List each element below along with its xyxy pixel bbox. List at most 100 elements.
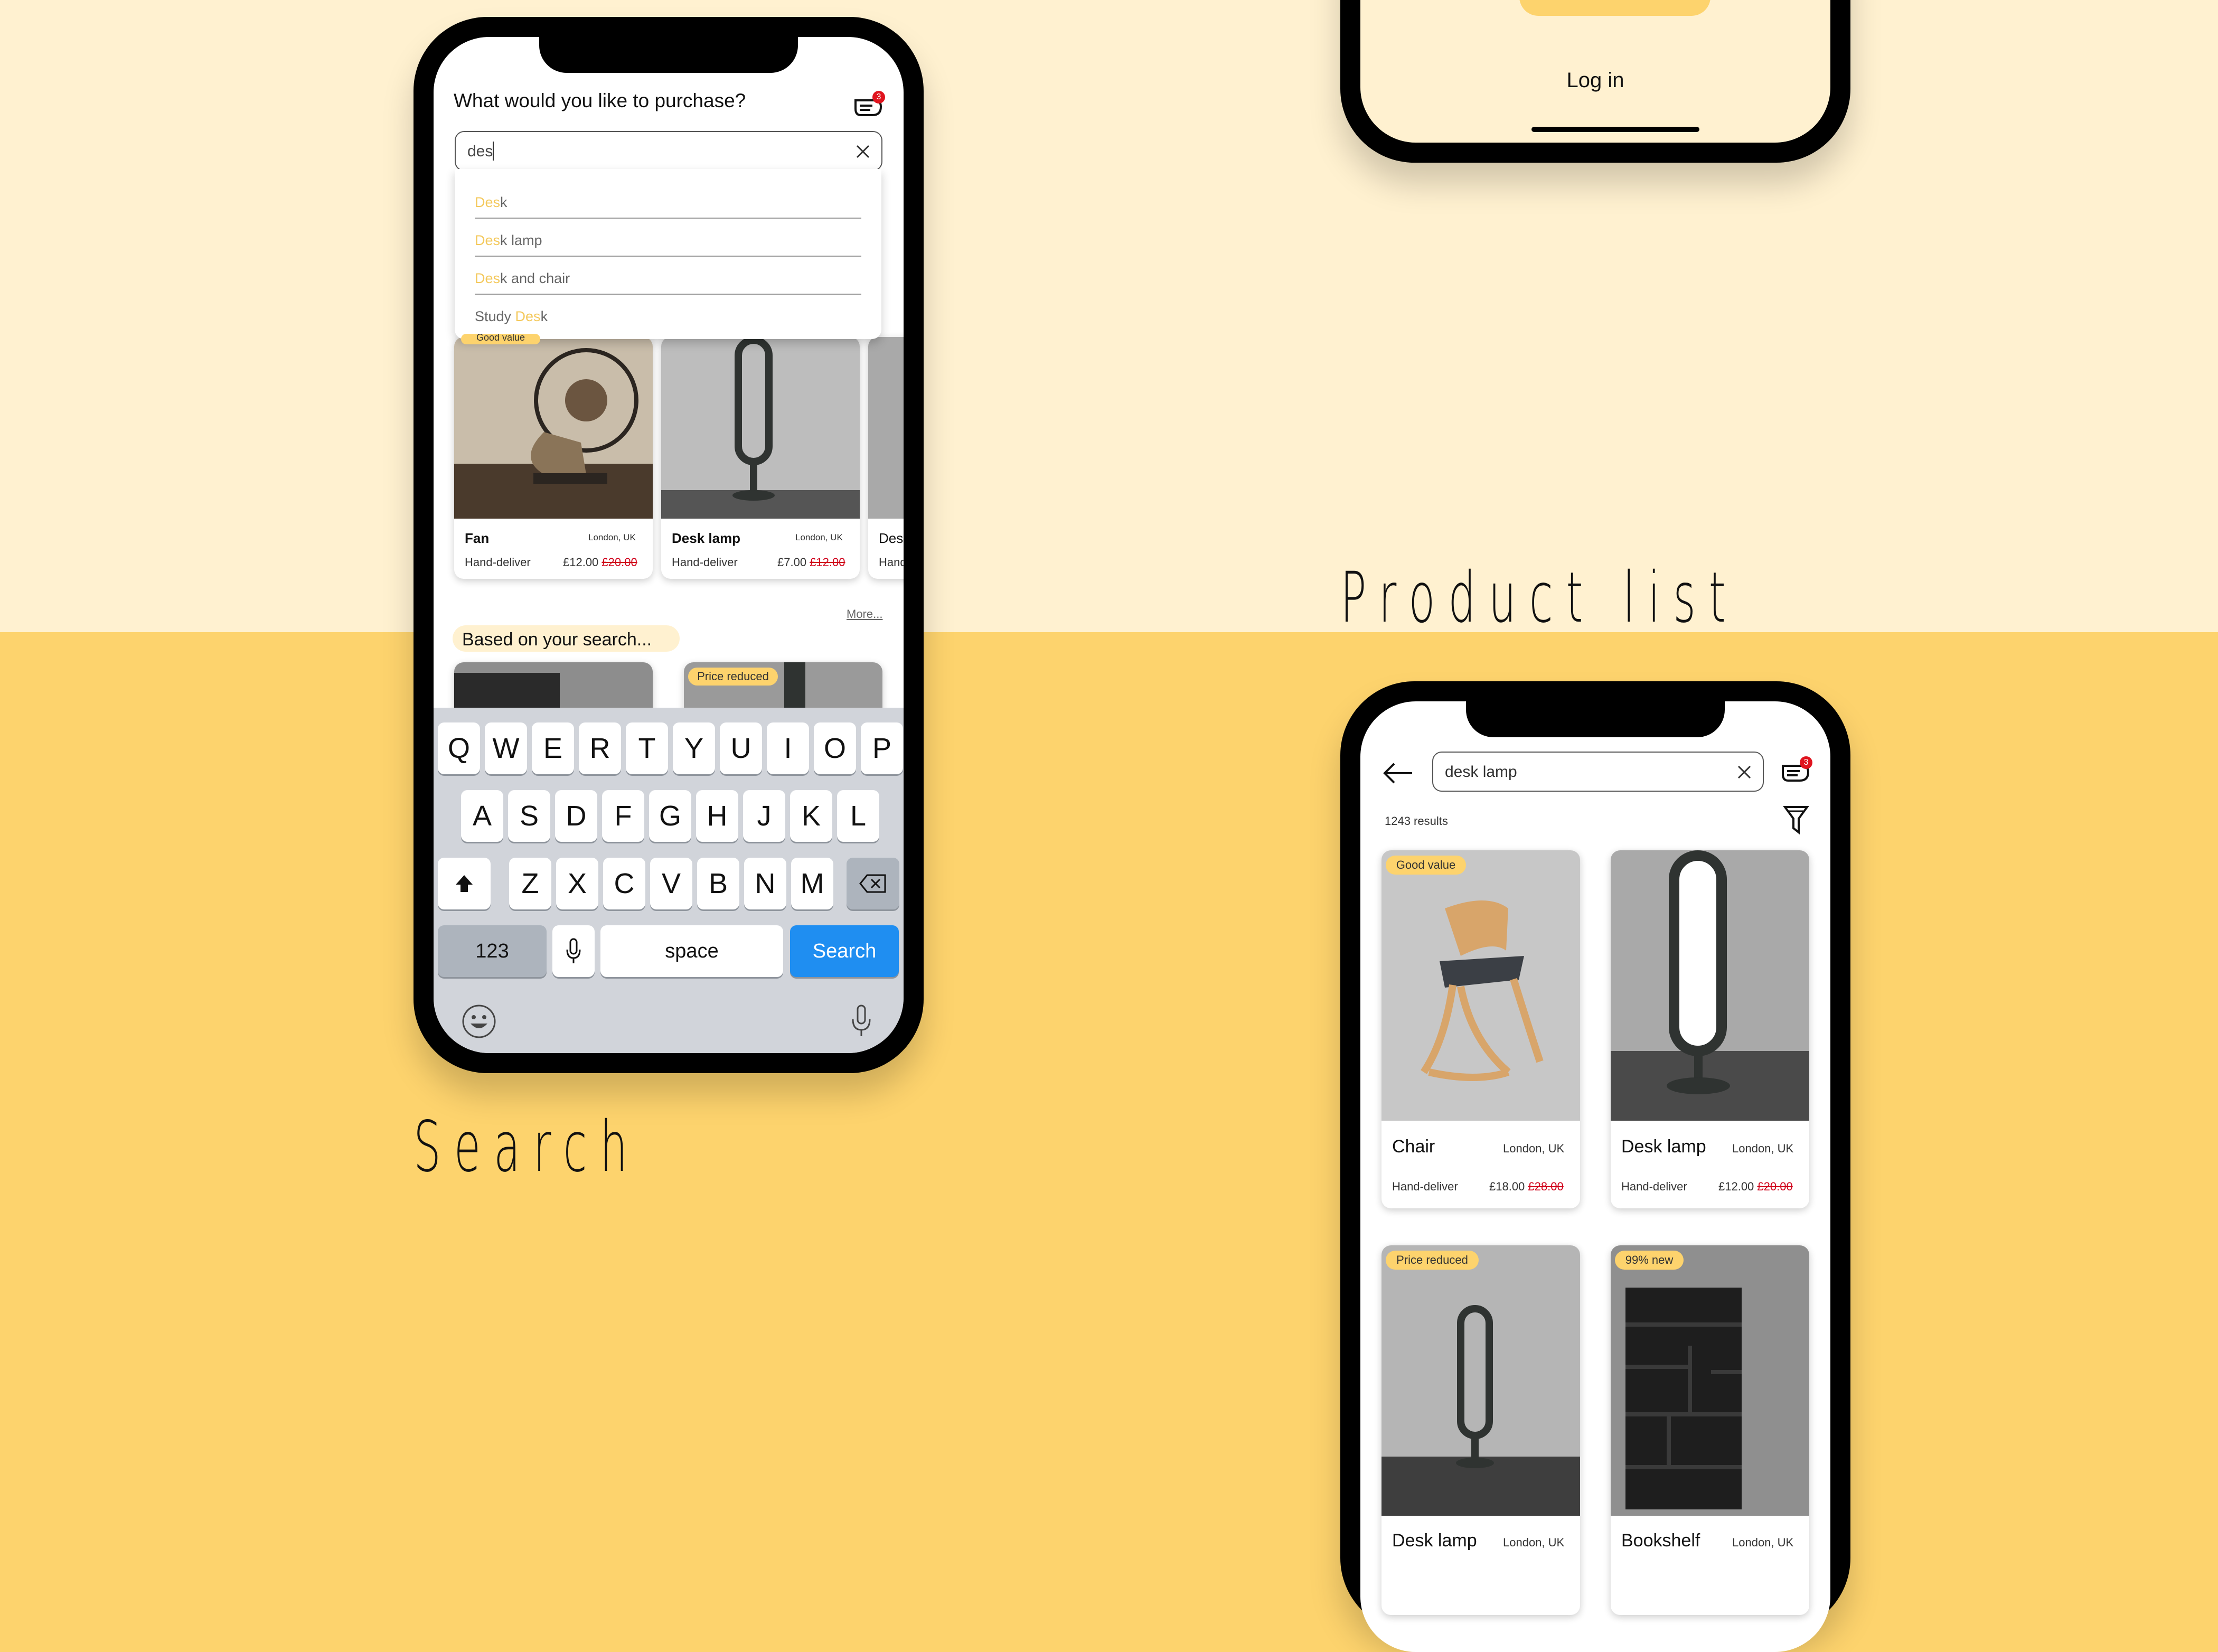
key-x[interactable]: X (556, 858, 598, 909)
suggestion-item[interactable]: Desk (475, 194, 507, 211)
search-field[interactable]: des (455, 131, 882, 171)
backspace-key[interactable] (847, 858, 899, 909)
like-new-badge: 99% new (1615, 1251, 1684, 1270)
product-card[interactable]: 99% new Bookshelf London, UK (1611, 1245, 1809, 1615)
key-c[interactable]: C (603, 858, 645, 909)
product-card[interactable]: Good value Chair London, UK Hand-deliver… (1381, 850, 1580, 1208)
price-old: £20.00 (602, 556, 637, 569)
product-list-section-title: Product list (1340, 557, 1739, 639)
product-card[interactable]: Desk lamp London, UK Hand-deliver £7.00 … (661, 337, 860, 579)
clear-icon[interactable] (855, 144, 871, 159)
cart-button[interactable]: 3 (853, 91, 885, 120)
cart-button[interactable]: 3 (1781, 756, 1812, 786)
key-a[interactable]: A (461, 790, 503, 842)
product-name: Fan (465, 530, 490, 546)
product-delivery: Hand-deliver (465, 556, 531, 569)
home-indicator (1531, 127, 1699, 132)
chair-photo (1381, 850, 1580, 1121)
search-input[interactable]: desk lamp (1445, 763, 1517, 781)
key-s[interactable]: S (508, 790, 550, 842)
product-card[interactable]: Fan London, UK Hand-deliver £12.00 £20.0… (454, 337, 653, 579)
shift-key[interactable] (438, 858, 491, 909)
key-u[interactable]: U (720, 722, 762, 774)
search-phone: What would you like to purchase? 3 des F… (413, 17, 924, 1073)
numbers-key[interactable]: 123 (438, 925, 547, 977)
microphone-icon[interactable] (851, 1005, 872, 1037)
product-list-phone: desk lamp 3 1243 results Good value Chai… (1340, 681, 1850, 1652)
search-section-title: Search (413, 1106, 641, 1188)
based-on-label: Based on your search... (462, 630, 652, 650)
key-e[interactable]: E (532, 722, 574, 774)
space-key[interactable]: space (600, 925, 783, 977)
suggestion-item[interactable]: Desk and chair (475, 270, 570, 287)
key-z[interactable]: Z (509, 858, 551, 909)
product-delivery: Hand (879, 556, 904, 569)
search-field[interactable]: desk lamp (1432, 752, 1764, 792)
key-k[interactable]: K (790, 790, 832, 842)
key-h[interactable]: H (696, 790, 738, 842)
clear-icon[interactable] (1736, 764, 1752, 780)
product-delivery: Hand-deliver (1621, 1180, 1687, 1193)
product-card[interactable]: Desk lamp London, UK Hand-deliver £12.00… (1611, 850, 1809, 1208)
text-cursor (493, 142, 494, 161)
product-card-partial[interactable]: Des Hand (868, 337, 904, 579)
product-location: London, UK (1732, 1536, 1794, 1549)
back-arrow-icon[interactable] (1383, 762, 1413, 785)
divider (475, 256, 861, 257)
key-b[interactable]: B (697, 858, 739, 909)
emoji-icon[interactable] (461, 1003, 497, 1039)
key-o[interactable]: O (814, 722, 856, 774)
product-price: £12.00 £20.00 (1718, 1180, 1793, 1194)
desk-lamp-photo (1611, 850, 1809, 1121)
desk-lamp-photo (1381, 1245, 1580, 1516)
product-name: Desk lamp (1621, 1137, 1706, 1157)
search-input[interactable]: des (467, 143, 493, 161)
product-name: Desk lamp (1392, 1531, 1477, 1551)
key-i[interactable]: I (767, 722, 809, 774)
search-screen: What would you like to purchase? 3 des F… (434, 37, 904, 1053)
product-location: London, UK (1732, 1142, 1794, 1155)
price-current: £7.00 (777, 556, 807, 569)
suggestion-item[interactable]: Study Desk (475, 308, 548, 325)
divider (475, 294, 861, 295)
price-old: £28.00 (1528, 1180, 1564, 1193)
partial-photo (868, 337, 904, 519)
key-q[interactable]: Q (438, 722, 480, 774)
product-price: £18.00 £28.00 (1489, 1180, 1564, 1194)
key-y[interactable]: Y (673, 722, 715, 774)
key-m[interactable]: M (791, 858, 833, 909)
product-list-screen: desk lamp 3 1243 results Good value Chai… (1360, 701, 1830, 1652)
top-background (0, 0, 2218, 632)
keyboard: QWERTYUIOP ASDFGHJKL ZXCVBNM 123 space S… (434, 708, 904, 1053)
bookshelf-photo (1611, 1245, 1809, 1516)
product-delivery: Hand-deliver (672, 556, 738, 569)
filter-icon[interactable] (1783, 805, 1809, 834)
price-current: £12.00 (563, 556, 599, 569)
login-link[interactable]: Log in (1360, 69, 1830, 92)
product-price: £12.00 £20.00 (563, 556, 637, 569)
based-on-label-pill: Based on your search... (453, 625, 680, 652)
desk-lamp-photo (661, 337, 860, 519)
key-t[interactable]: T (626, 722, 668, 774)
key-p[interactable]: P (861, 722, 903, 774)
key-l[interactable]: L (837, 790, 879, 842)
key-d[interactable]: D (555, 790, 597, 842)
key-v[interactable]: V (650, 858, 692, 909)
notch (539, 37, 798, 73)
search-key[interactable]: Search (790, 925, 899, 977)
primary-button[interactable] (1519, 0, 1711, 16)
product-location: London, UK (1503, 1536, 1565, 1549)
product-name: Bookshelf (1621, 1531, 1700, 1551)
product-card[interactable]: Price reduced Desk lamp London, UK (1381, 1245, 1580, 1615)
product-price: £7.00 £12.00 (777, 556, 845, 569)
key-j[interactable]: J (743, 790, 785, 842)
suggestion-item[interactable]: Desk lamp (475, 232, 542, 249)
more-link[interactable]: More... (847, 607, 882, 621)
dictation-key[interactable] (552, 925, 595, 977)
key-f[interactable]: F (602, 790, 644, 842)
backspace-icon (859, 874, 886, 893)
key-g[interactable]: G (649, 790, 691, 842)
key-n[interactable]: N (744, 858, 786, 909)
key-w[interactable]: W (485, 722, 527, 774)
key-r[interactable]: R (579, 722, 621, 774)
